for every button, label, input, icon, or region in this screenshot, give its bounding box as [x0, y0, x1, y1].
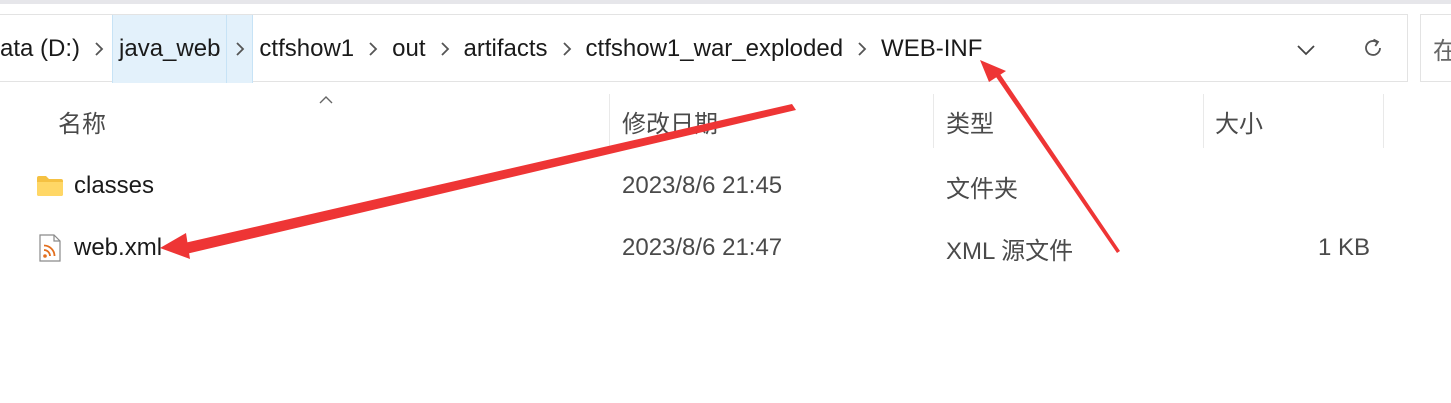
column-divider[interactable]: [1383, 94, 1384, 148]
column-header-name[interactable]: 名称: [58, 94, 106, 148]
file-type: XML 源文件: [946, 237, 1074, 265]
list-item[interactable]: classes 2023/8/6 21:45 文件夹: [0, 156, 1451, 216]
chevron-right-icon[interactable]: [227, 15, 254, 83]
list-item[interactable]: web.xml 2023/8/6 21:47 XML 源文件 1 KB: [0, 218, 1451, 278]
chevron-right-icon[interactable]: [432, 15, 458, 83]
window-top-edge: [0, 0, 1451, 4]
column-divider[interactable]: [609, 94, 610, 148]
chevron-down-icon[interactable]: [1289, 33, 1323, 67]
breadcrumb-war-exploded[interactable]: ctfshow1_war_exploded: [580, 15, 850, 83]
column-header-modified[interactable]: 修改日期: [622, 94, 718, 148]
breadcrumb-out[interactable]: out: [386, 15, 431, 83]
column-divider[interactable]: [1203, 94, 1204, 148]
column-divider[interactable]: [933, 94, 934, 148]
address-bar[interactable]: ata (D:) java_web ctfshow1 out artifacts…: [0, 14, 1408, 83]
file-modified: 2023/8/6 21:47: [622, 234, 783, 261]
file-name[interactable]: web.xml: [74, 218, 162, 278]
breadcrumb-artifacts[interactable]: artifacts: [458, 15, 554, 83]
chevron-right-icon[interactable]: [360, 15, 386, 83]
chevron-right-icon[interactable]: [554, 15, 580, 83]
breadcrumb-drive[interactable]: ata (D:): [0, 15, 86, 83]
search-input[interactable]: 在: [1420, 14, 1451, 82]
breadcrumb-web-inf[interactable]: WEB-INF: [875, 15, 988, 83]
folder-icon: [36, 156, 64, 216]
column-header-row: 名称 修改日期 类型 大小: [0, 94, 1451, 148]
breadcrumb-ctfshow1[interactable]: ctfshow1: [253, 15, 360, 83]
file-modified: 2023/8/6 21:45: [622, 172, 783, 199]
column-header-size[interactable]: 大小: [1215, 94, 1263, 148]
file-size: 1 KB: [1318, 234, 1371, 261]
chevron-right-icon[interactable]: [86, 15, 112, 83]
file-name[interactable]: classes: [74, 156, 154, 216]
xml-file-icon: [39, 218, 61, 278]
search-placeholder: 在: [1433, 37, 1451, 65]
column-header-type[interactable]: 类型: [946, 94, 994, 148]
chevron-right-icon[interactable]: [849, 15, 875, 83]
file-type: 文件夹: [946, 175, 1018, 203]
refresh-icon[interactable]: [1356, 31, 1390, 65]
breadcrumb: ata (D:) java_web ctfshow1 out artifacts…: [0, 15, 988, 83]
breadcrumb-java-web[interactable]: java_web: [112, 15, 228, 83]
